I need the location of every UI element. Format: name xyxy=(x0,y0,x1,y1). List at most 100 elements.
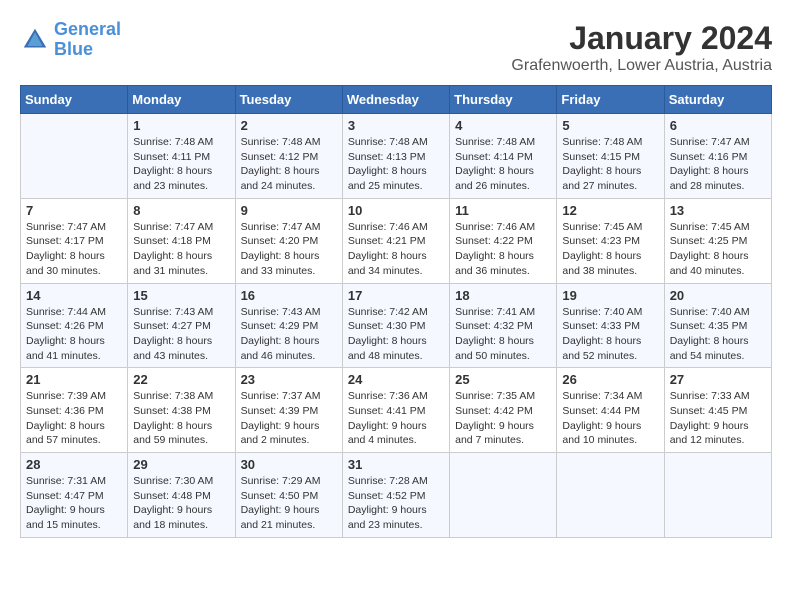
calendar-week-2: 7 Sunrise: 7:47 AMSunset: 4:17 PMDaylight… xyxy=(21,198,772,283)
day-number: 2 xyxy=(241,118,337,133)
logo-icon xyxy=(20,25,50,55)
calendar-cell: 31 Sunrise: 7:28 AMSunset: 4:52 PMDayligh… xyxy=(342,453,449,538)
calendar-cell: 29 Sunrise: 7:30 AMSunset: 4:48 PMDayligh… xyxy=(128,453,235,538)
day-number: 11 xyxy=(455,203,551,218)
day-number: 22 xyxy=(133,372,229,387)
logo-line1: General xyxy=(54,19,121,39)
calendar-cell: 25 Sunrise: 7:35 AMSunset: 4:42 PMDayligh… xyxy=(450,368,557,453)
calendar-cell: 19 Sunrise: 7:40 AMSunset: 4:33 PMDayligh… xyxy=(557,283,664,368)
day-info: Sunrise: 7:47 AMSunset: 4:20 PMDaylight:… xyxy=(241,220,337,279)
day-number: 27 xyxy=(670,372,766,387)
day-number: 26 xyxy=(562,372,658,387)
day-info: Sunrise: 7:42 AMSunset: 4:30 PMDaylight:… xyxy=(348,305,444,364)
day-number: 10 xyxy=(348,203,444,218)
day-number: 28 xyxy=(26,457,122,472)
day-number: 31 xyxy=(348,457,444,472)
day-info: Sunrise: 7:35 AMSunset: 4:42 PMDaylight:… xyxy=(455,389,551,448)
calendar-cell: 15 Sunrise: 7:43 AMSunset: 4:27 PMDayligh… xyxy=(128,283,235,368)
day-number: 4 xyxy=(455,118,551,133)
day-number: 13 xyxy=(670,203,766,218)
header-friday: Friday xyxy=(557,86,664,114)
day-info: Sunrise: 7:30 AMSunset: 4:48 PMDaylight:… xyxy=(133,474,229,533)
calendar-cell: 22 Sunrise: 7:38 AMSunset: 4:38 PMDayligh… xyxy=(128,368,235,453)
day-info: Sunrise: 7:29 AMSunset: 4:50 PMDaylight:… xyxy=(241,474,337,533)
header-wednesday: Wednesday xyxy=(342,86,449,114)
day-number: 15 xyxy=(133,288,229,303)
day-number: 6 xyxy=(670,118,766,133)
day-info: Sunrise: 7:43 AMSunset: 4:27 PMDaylight:… xyxy=(133,305,229,364)
day-info: Sunrise: 7:38 AMSunset: 4:38 PMDaylight:… xyxy=(133,389,229,448)
day-info: Sunrise: 7:47 AMSunset: 4:18 PMDaylight:… xyxy=(133,220,229,279)
day-number: 25 xyxy=(455,372,551,387)
day-number: 14 xyxy=(26,288,122,303)
header-sunday: Sunday xyxy=(21,86,128,114)
header-monday: Monday xyxy=(128,86,235,114)
calendar-cell: 9 Sunrise: 7:47 AMSunset: 4:20 PMDaylight… xyxy=(235,198,342,283)
calendar-cell: 16 Sunrise: 7:43 AMSunset: 4:29 PMDayligh… xyxy=(235,283,342,368)
calendar-cell: 30 Sunrise: 7:29 AMSunset: 4:50 PMDayligh… xyxy=(235,453,342,538)
title-block: January 2024 Grafenwoerth, Lower Austria… xyxy=(511,20,772,75)
day-number: 12 xyxy=(562,203,658,218)
calendar-table: SundayMondayTuesdayWednesdayThursdayFrid… xyxy=(20,85,772,538)
day-number: 19 xyxy=(562,288,658,303)
calendar-cell: 24 Sunrise: 7:36 AMSunset: 4:41 PMDayligh… xyxy=(342,368,449,453)
calendar-week-4: 21Sunrise: 7:39 AMSunset: 4:36 PMDayligh… xyxy=(21,368,772,453)
calendar-cell: 7 Sunrise: 7:47 AMSunset: 4:17 PMDaylight… xyxy=(21,198,128,283)
day-number: 24 xyxy=(348,372,444,387)
day-info: Sunrise: 7:43 AMSunset: 4:29 PMDaylight:… xyxy=(241,305,337,364)
calendar-cell xyxy=(557,453,664,538)
calendar-cell xyxy=(21,114,128,199)
calendar-cell: 27 Sunrise: 7:33 AMSunset: 4:45 PMDayligh… xyxy=(664,368,771,453)
day-info: Sunrise: 7:44 AMSunset: 4:26 PMDaylight:… xyxy=(26,305,122,364)
day-info: Sunrise: 7:48 AMSunset: 4:11 PMDaylight:… xyxy=(133,135,229,194)
calendar-cell: 5 Sunrise: 7:48 AMSunset: 4:15 PMDaylight… xyxy=(557,114,664,199)
calendar-cell: 26 Sunrise: 7:34 AMSunset: 4:44 PMDayligh… xyxy=(557,368,664,453)
day-number: 23 xyxy=(241,372,337,387)
day-info: Sunrise: 7:48 AMSunset: 4:14 PMDaylight:… xyxy=(455,135,551,194)
calendar-cell: 13Sunrise: 7:45 AMSunset: 4:25 PMDayligh… xyxy=(664,198,771,283)
page-subtitle: Grafenwoerth, Lower Austria, Austria xyxy=(511,57,772,75)
day-number: 9 xyxy=(241,203,337,218)
day-number: 3 xyxy=(348,118,444,133)
day-info: Sunrise: 7:47 AMSunset: 4:17 PMDaylight:… xyxy=(26,220,122,279)
day-number: 17 xyxy=(348,288,444,303)
day-number: 21 xyxy=(26,372,122,387)
day-number: 18 xyxy=(455,288,551,303)
header-tuesday: Tuesday xyxy=(235,86,342,114)
calendar-cell: 10 Sunrise: 7:46 AMSunset: 4:21 PMDayligh… xyxy=(342,198,449,283)
calendar-cell: 14 Sunrise: 7:44 AMSunset: 4:26 PMDayligh… xyxy=(21,283,128,368)
day-info: Sunrise: 7:40 AMSunset: 4:35 PMDaylight:… xyxy=(670,305,766,364)
calendar-cell: 17 Sunrise: 7:42 AMSunset: 4:30 PMDayligh… xyxy=(342,283,449,368)
day-info: Sunrise: 7:47 AMSunset: 4:16 PMDaylight:… xyxy=(670,135,766,194)
day-info: Sunrise: 7:37 AMSunset: 4:39 PMDaylight:… xyxy=(241,389,337,448)
calendar-cell: 20 Sunrise: 7:40 AMSunset: 4:35 PMDayligh… xyxy=(664,283,771,368)
day-number: 1 xyxy=(133,118,229,133)
header-saturday: Saturday xyxy=(664,86,771,114)
day-number: 7 xyxy=(26,203,122,218)
day-number: 16 xyxy=(241,288,337,303)
day-number: 20 xyxy=(670,288,766,303)
calendar-header-row: SundayMondayTuesdayWednesdayThursdayFrid… xyxy=(21,86,772,114)
calendar-week-5: 28 Sunrise: 7:31 AMSunset: 4:47 PMDayligh… xyxy=(21,453,772,538)
day-info: Sunrise: 7:34 AMSunset: 4:44 PMDaylight:… xyxy=(562,389,658,448)
day-info: Sunrise: 7:48 AMSunset: 4:13 PMDaylight:… xyxy=(348,135,444,194)
day-info: Sunrise: 7:31 AMSunset: 4:47 PMDaylight:… xyxy=(26,474,122,533)
day-info: Sunrise: 7:40 AMSunset: 4:33 PMDaylight:… xyxy=(562,305,658,364)
day-number: 29 xyxy=(133,457,229,472)
header-thursday: Thursday xyxy=(450,86,557,114)
calendar-cell: 3 Sunrise: 7:48 AMSunset: 4:13 PMDaylight… xyxy=(342,114,449,199)
day-number: 30 xyxy=(241,457,337,472)
day-info: Sunrise: 7:48 AMSunset: 4:15 PMDaylight:… xyxy=(562,135,658,194)
day-info: Sunrise: 7:48 AMSunset: 4:12 PMDaylight:… xyxy=(241,135,337,194)
calendar-cell: 8Sunrise: 7:47 AMSunset: 4:18 PMDaylight… xyxy=(128,198,235,283)
calendar-cell: 28 Sunrise: 7:31 AMSunset: 4:47 PMDayligh… xyxy=(21,453,128,538)
day-info: Sunrise: 7:28 AMSunset: 4:52 PMDaylight:… xyxy=(348,474,444,533)
day-info: Sunrise: 7:36 AMSunset: 4:41 PMDaylight:… xyxy=(348,389,444,448)
day-number: 5 xyxy=(562,118,658,133)
day-info: Sunrise: 7:33 AMSunset: 4:45 PMDaylight:… xyxy=(670,389,766,448)
calendar-cell: 11 Sunrise: 7:46 AMSunset: 4:22 PMDayligh… xyxy=(450,198,557,283)
day-info: Sunrise: 7:46 AMSunset: 4:21 PMDaylight:… xyxy=(348,220,444,279)
logo: General Blue xyxy=(20,20,121,60)
calendar-cell xyxy=(450,453,557,538)
day-info: Sunrise: 7:46 AMSunset: 4:22 PMDaylight:… xyxy=(455,220,551,279)
